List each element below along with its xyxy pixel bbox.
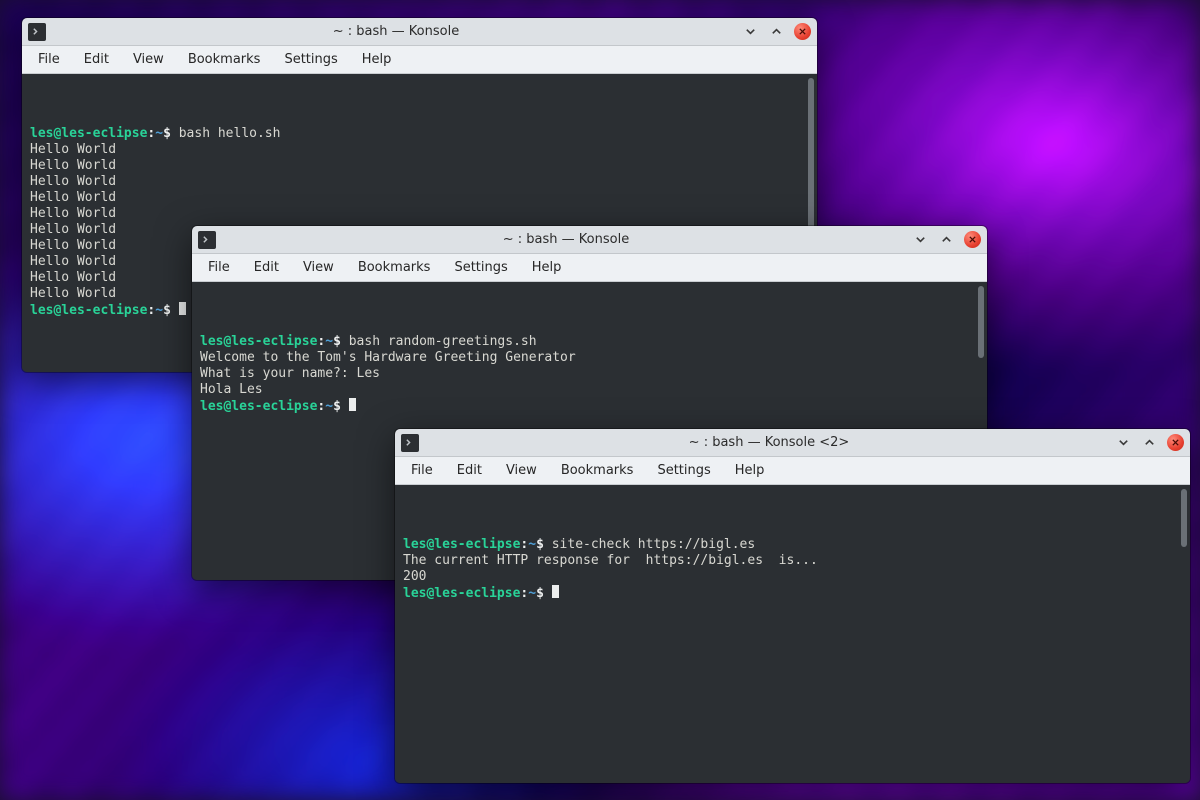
menu-file[interactable]: File <box>399 459 445 482</box>
terminal-line: What is your name?: Les <box>200 366 979 382</box>
konsole-app-icon <box>198 231 216 249</box>
terminal-line: 200 <box>403 569 1182 585</box>
cursor <box>349 398 356 411</box>
menu-file[interactable]: File <box>196 256 242 279</box>
minimize-button[interactable] <box>1115 435 1131 451</box>
terminal-area[interactable]: les@les-eclipse:~$ site-check https://bi… <box>395 485 1190 783</box>
menu-settings[interactable]: Settings <box>442 256 519 279</box>
cursor <box>552 585 559 598</box>
menu-edit[interactable]: Edit <box>72 48 121 71</box>
maximize-button[interactable] <box>1141 435 1157 451</box>
scrollbar[interactable] <box>978 286 984 358</box>
terminal-line: les@les-eclipse:~$ bash hello.sh <box>30 126 809 142</box>
terminal-line: les@les-eclipse:~$ <box>403 585 1182 602</box>
menu-help[interactable]: Help <box>350 48 404 71</box>
menu-bookmarks[interactable]: Bookmarks <box>549 459 646 482</box>
terminal-line: The current HTTP response for https://bi… <box>403 553 1182 569</box>
menu-view[interactable]: View <box>121 48 176 71</box>
titlebar[interactable]: ~ : bash — Konsole <box>192 226 987 254</box>
menu-file[interactable]: File <box>26 48 72 71</box>
terminal-line: Hello World <box>30 206 809 222</box>
minimize-button[interactable] <box>912 232 928 248</box>
window-title: ~ : bash — Konsole <box>50 24 742 39</box>
terminal-line: les@les-eclipse:~$ site-check https://bi… <box>403 537 1182 553</box>
terminal-line: Hola Les <box>200 382 979 398</box>
konsole-app-icon <box>28 23 46 41</box>
window-title: ~ : bash — Konsole <2> <box>423 435 1115 450</box>
menu-view[interactable]: View <box>291 256 346 279</box>
menu-help[interactable]: Help <box>520 256 574 279</box>
menu-bookmarks[interactable]: Bookmarks <box>176 48 273 71</box>
menubar: File Edit View Bookmarks Settings Help <box>395 457 1190 485</box>
konsole-app-icon <box>401 434 419 452</box>
menu-bookmarks[interactable]: Bookmarks <box>346 256 443 279</box>
maximize-button[interactable] <box>938 232 954 248</box>
titlebar[interactable]: ~ : bash — Konsole <2> <box>395 429 1190 457</box>
menubar: File Edit View Bookmarks Settings Help <box>22 46 817 74</box>
minimize-button[interactable] <box>742 24 758 40</box>
close-button[interactable] <box>964 231 981 248</box>
scrollbar[interactable] <box>1181 489 1187 547</box>
menu-settings[interactable]: Settings <box>645 459 722 482</box>
close-button[interactable] <box>1167 434 1184 451</box>
titlebar[interactable]: ~ : bash — Konsole <box>22 18 817 46</box>
terminal-line: Hello World <box>30 190 809 206</box>
maximize-button[interactable] <box>768 24 784 40</box>
terminal-line: Hello World <box>30 158 809 174</box>
window-title: ~ : bash — Konsole <box>220 232 912 247</box>
menu-edit[interactable]: Edit <box>445 459 494 482</box>
menu-settings[interactable]: Settings <box>272 48 349 71</box>
terminal-line: Hello World <box>30 174 809 190</box>
cursor <box>179 302 186 315</box>
menu-help[interactable]: Help <box>723 459 777 482</box>
menubar: File Edit View Bookmarks Settings Help <box>192 254 987 282</box>
close-button[interactable] <box>794 23 811 40</box>
terminal-line: les@les-eclipse:~$ bash random-greetings… <box>200 334 979 350</box>
menu-edit[interactable]: Edit <box>242 256 291 279</box>
menu-view[interactable]: View <box>494 459 549 482</box>
konsole-window-3: ~ : bash — Konsole <2> File Edit View Bo… <box>395 429 1190 783</box>
terminal-line: Welcome to the Tom's Hardware Greeting G… <box>200 350 979 366</box>
terminal-line: les@les-eclipse:~$ <box>200 398 979 415</box>
terminal-line: Hello World <box>30 142 809 158</box>
